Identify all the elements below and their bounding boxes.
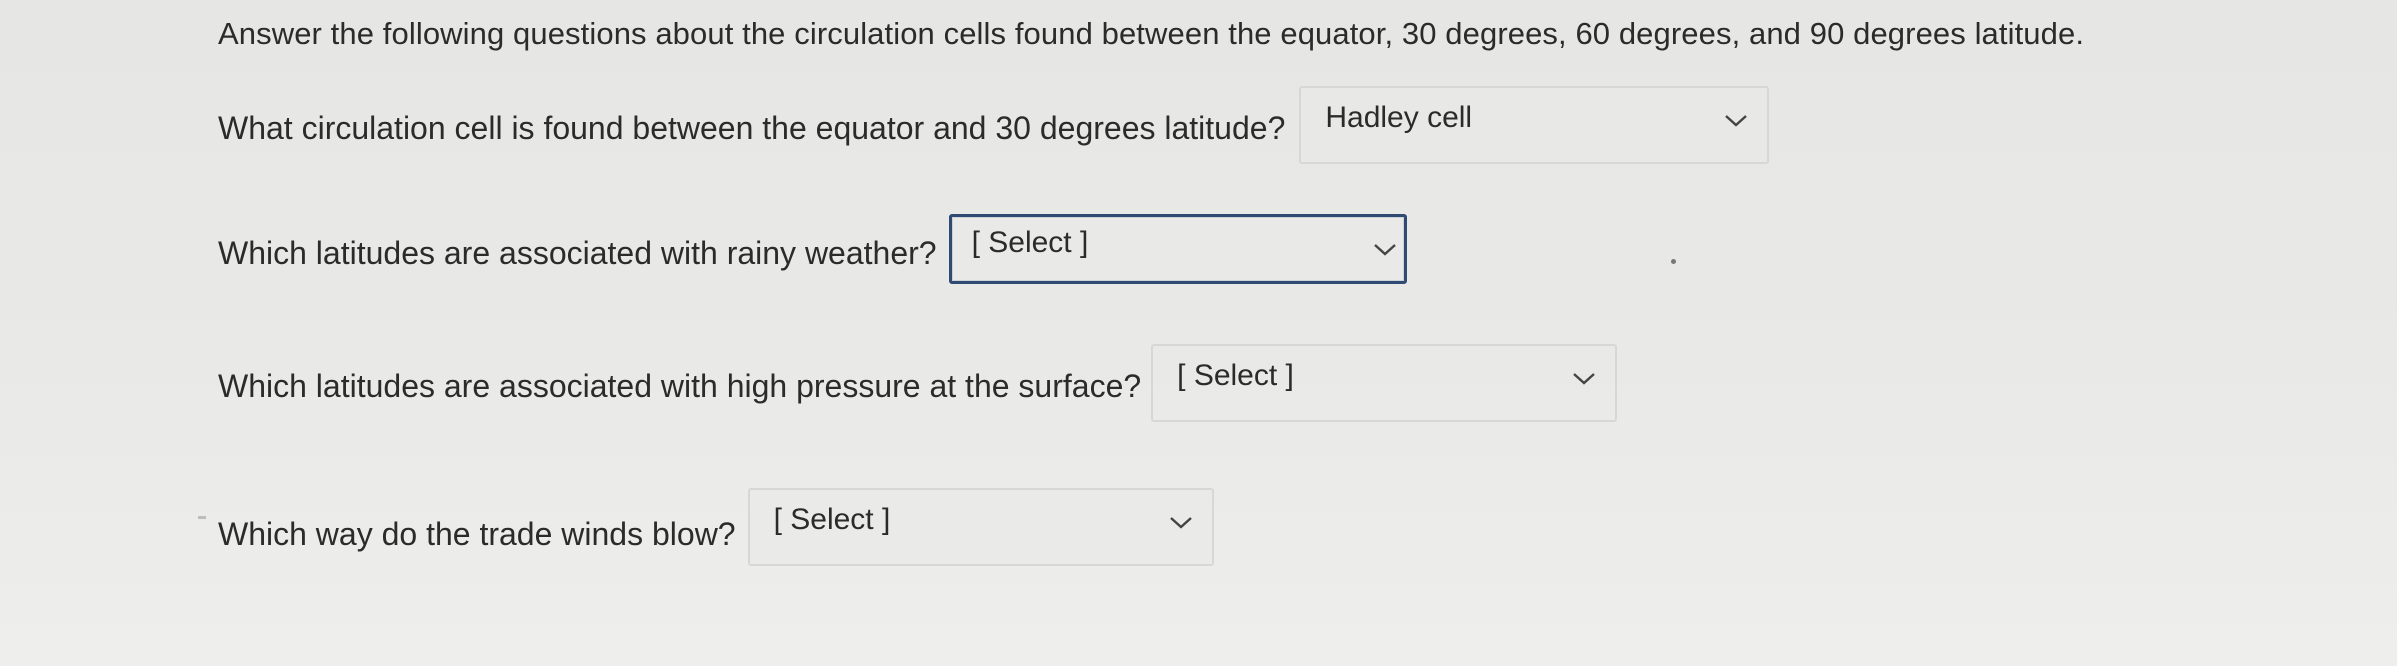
answer-dropdown-4[interactable]: [ Select ] — [747, 488, 1214, 566]
question-row-4: Which way do the trade winds blow? [ Sel… — [218, 488, 1214, 566]
question-text-3: Which latitudes are associated with high… — [218, 368, 1142, 404]
question-row-3: Which latitudes are associated with high… — [218, 344, 1618, 422]
question-row-2: Which latitudes are associated with rain… — [218, 214, 1407, 284]
question-text-4: Which way do the trade winds blow? — [218, 516, 736, 552]
answer-dropdown-3[interactable]: [ Select ] — [1151, 344, 1618, 422]
question-text-2: Which latitudes are associated with rain… — [218, 235, 937, 271]
question-intro: Answer the following questions about the… — [218, 16, 2085, 51]
answer-dropdown-2[interactable]: [ Select ] — [948, 214, 1407, 284]
chevron-down-icon — [1168, 512, 1194, 532]
chevron-down-icon — [1723, 110, 1749, 130]
chevron-down-icon — [1571, 368, 1597, 388]
answer-dropdown-4-value: [ Select ] — [773, 503, 891, 536]
chevron-down-icon — [1372, 239, 1398, 259]
answer-dropdown-3-value: [ Select ] — [1177, 359, 1294, 392]
edge-mark — [198, 516, 206, 519]
stray-dot — [1671, 259, 1676, 264]
quiz-page: Answer the following questions about the… — [0, 0, 2397, 666]
answer-dropdown-2-value: [ Select ] — [971, 226, 1089, 259]
answer-dropdown-1[interactable]: Hadley cell — [1299, 86, 1770, 164]
question-text-1: What circulation cell is found between t… — [218, 110, 1286, 146]
question-row-1: What circulation cell is found between t… — [218, 86, 1770, 164]
answer-dropdown-1-value: Hadley cell — [1325, 101, 1473, 134]
